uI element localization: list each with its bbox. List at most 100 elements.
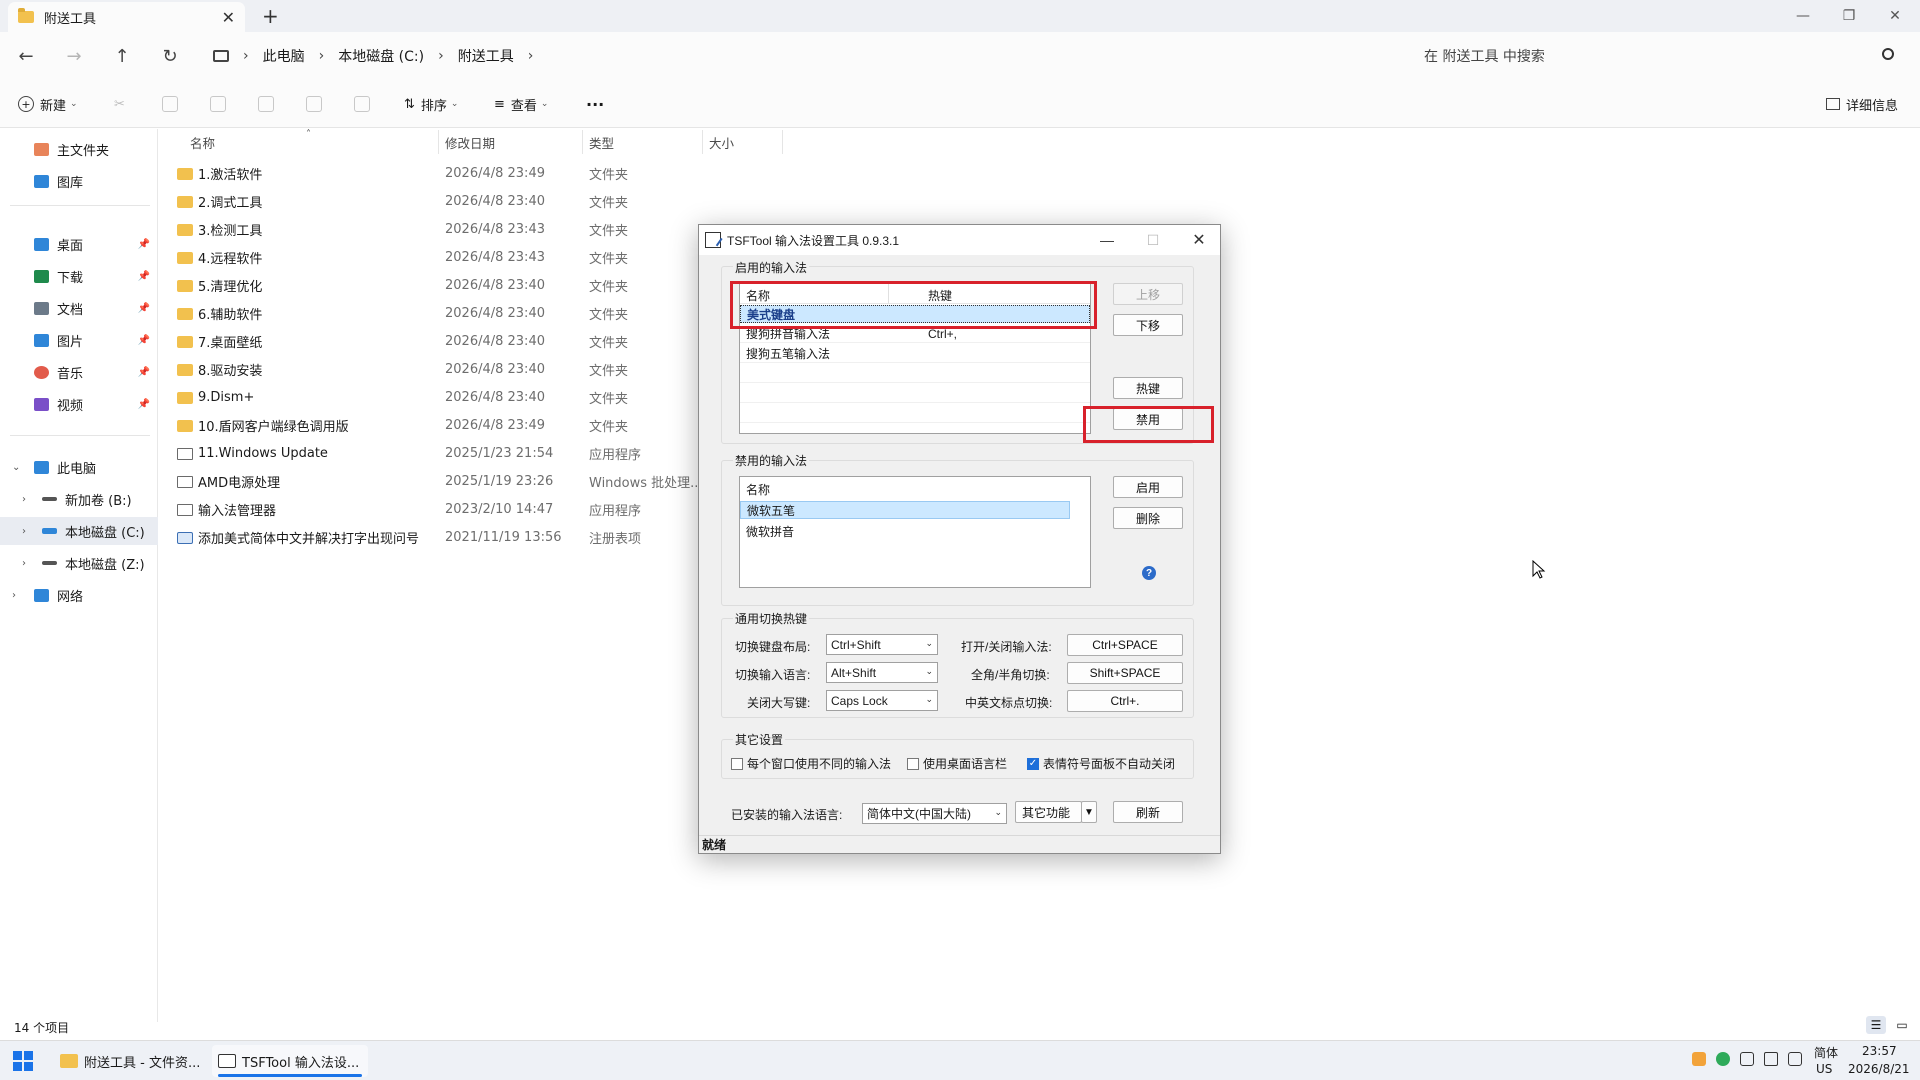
enable-button[interactable]: 启用 [1113, 476, 1183, 498]
language-hotkey-select[interactable]: Alt+Shift ⌄ [826, 662, 938, 683]
sidebar-item-drive-c[interactable]: › 本地磁盘 (C:) [0, 517, 158, 545]
column-header-modified[interactable]: 修改日期 [445, 130, 495, 154]
file-row[interactable]: 5.清理优化 2026/4/8 23:40 文件夹 [172, 271, 692, 299]
tiles-view-button[interactable]: ▭ [1892, 1016, 1912, 1034]
list-item-selected[interactable]: 微软五笔 [740, 501, 1070, 519]
list-item[interactable]: 搜狗五笔输入法 [740, 345, 1090, 363]
column-divider[interactable] [582, 130, 583, 154]
tray-network-icon[interactable] [1764, 1052, 1778, 1066]
file-row[interactable]: 添加美式简体中文并解决打字出现问号 2021/11/19 13:56 注册表项 [172, 523, 692, 551]
sidebar-item-home[interactable]: 主文件夹 [0, 135, 158, 163]
tab-explorer[interactable]: 附送工具 ✕ [8, 2, 245, 32]
taskbar-explorer[interactable]: 附送工具 - 文件资... [54, 1045, 204, 1077]
start-button[interactable] [13, 1051, 33, 1071]
breadcrumb-current[interactable]: 附送工具 [458, 46, 514, 66]
sidebar-item-network[interactable]: › 网络 [0, 581, 158, 609]
details-view-button[interactable]: ☰ [1866, 1016, 1886, 1034]
emoji-panel-checkbox[interactable]: ✓ 表情符号面板不自动关闭 [1027, 755, 1175, 772]
refresh-button[interactable]: 刷新 [1113, 801, 1183, 823]
minimize-button[interactable]: — [1780, 0, 1826, 32]
tab-close-button[interactable]: ✕ [222, 8, 235, 27]
file-row[interactable]: 输入法管理器 2023/2/10 14:47 应用程序 [172, 495, 692, 523]
new-tab-button[interactable]: + [262, 4, 279, 28]
sidebar-item-this-pc[interactable]: ⌄ 此电脑 [0, 453, 158, 481]
column-header-type[interactable]: 类型 [589, 130, 614, 154]
sidebar-item-desktop[interactable]: 桌面 📌 [0, 230, 158, 258]
delete-button[interactable]: 删除 [1113, 507, 1183, 529]
punct-hotkey-button[interactable]: Ctrl+. [1067, 690, 1183, 712]
close-window-button[interactable]: ✕ [1872, 0, 1918, 32]
sidebar-item-documents[interactable]: 文档 📌 [0, 294, 158, 322]
refresh-button[interactable]: ↻ [158, 44, 182, 68]
tray-app-icon[interactable] [1692, 1052, 1706, 1066]
forward-button[interactable]: → [62, 44, 86, 68]
file-row[interactable]: 9.Dism+ 2026/4/8 23:40 文件夹 [172, 383, 692, 411]
dialog-close-button[interactable]: ✕ [1177, 225, 1221, 255]
sidebar-item-downloads[interactable]: 下载 📌 [0, 262, 158, 290]
sidebar-item-gallery[interactable]: 图库 [0, 167, 158, 195]
capslock-hotkey-select[interactable]: Caps Lock ⌄ [826, 690, 938, 711]
file-row[interactable]: 7.桌面壁纸 2026/4/8 23:40 文件夹 [172, 327, 692, 355]
clock-date[interactable]: 2026/8/21 [1848, 1062, 1910, 1076]
address-bar[interactable]: › 此电脑 › 本地磁盘 (C:) › 附送工具 › [205, 40, 1402, 72]
sidebar-item-drive-b[interactable]: › 新加卷 (B:) [0, 485, 158, 513]
disabled-ime-list[interactable]: 名称 微软五笔 微软拼音 [739, 476, 1091, 588]
other-functions-button[interactable]: 其它功能 [1015, 801, 1082, 823]
new-button[interactable]: + 新建 ⌄ [18, 92, 78, 116]
dialog-minimize-button[interactable]: — [1085, 225, 1129, 255]
column-divider[interactable] [438, 130, 439, 154]
move-up-button[interactable]: 上移 [1113, 283, 1183, 305]
taskbar-tsftool[interactable]: TSFTool 输入法设... [212, 1045, 368, 1077]
file-row[interactable]: 6.辅助软件 2026/4/8 23:40 文件夹 [172, 299, 692, 327]
width-hotkey-button[interactable]: Shift+SPACE [1067, 662, 1183, 684]
column-divider[interactable] [702, 130, 703, 154]
column-header-size[interactable]: 大小 [709, 130, 734, 154]
search-box[interactable]: 在 附送工具 中搜索 [1410, 40, 1910, 72]
tray-sync-icon[interactable] [1740, 1052, 1754, 1066]
share-button[interactable] [306, 92, 322, 116]
file-row[interactable]: 10.盾网客户端绿色调用版 2026/4/8 23:49 文件夹 [172, 411, 692, 439]
column-header-name[interactable]: 名称 [746, 481, 770, 498]
sidebar-item-videos[interactable]: 视频 📌 [0, 390, 158, 418]
other-functions-dropdown[interactable]: ▼ [1081, 801, 1097, 823]
dialog-maximize-button[interactable]: ☐ [1131, 225, 1175, 255]
clock-time[interactable]: 23:57 [1862, 1044, 1897, 1058]
details-pane-button[interactable]: 详细信息 [1826, 92, 1898, 116]
sort-button[interactable]: ⇅ 排序 ⌄ [404, 92, 458, 116]
paste-button[interactable] [210, 92, 226, 116]
installed-lang-select[interactable]: 简体中文(中国大陆) ⌄ [862, 803, 1007, 824]
more-options-button[interactable]: ··· [586, 92, 604, 116]
file-row[interactable]: 11.Windows Update 2025/1/23 21:54 应用程序 [172, 439, 692, 467]
file-row[interactable]: 1.激活软件 2026/4/8 23:49 文件夹 [172, 159, 692, 187]
sidebar-item-pictures[interactable]: 图片 📌 [0, 326, 158, 354]
file-row[interactable]: 2.调式工具 2026/4/8 23:40 文件夹 [172, 187, 692, 215]
list-item[interactable]: 微软拼音 [740, 522, 1090, 540]
desktop-langbar-checkbox[interactable]: 使用桌面语言栏 [907, 755, 1007, 772]
column-header-name[interactable]: 名称 [190, 130, 215, 154]
copy-button[interactable] [162, 92, 178, 116]
rename-button[interactable] [258, 92, 274, 116]
layout-hotkey-select[interactable]: Ctrl+Shift ⌄ [826, 634, 938, 655]
help-icon[interactable]: ? [1142, 566, 1156, 580]
file-row[interactable]: 4.远程软件 2026/4/8 23:43 文件夹 [172, 243, 692, 271]
delete-button[interactable] [354, 92, 370, 116]
file-row[interactable]: 3.检测工具 2026/4/8 23:43 文件夹 [172, 215, 692, 243]
up-button[interactable]: ↑ [110, 44, 134, 68]
sidebar-item-drive-z[interactable]: › 本地磁盘 (Z:) [0, 549, 158, 577]
move-down-button[interactable]: 下移 [1113, 314, 1183, 336]
breadcrumb-this-pc[interactable]: 此电脑 [263, 46, 305, 66]
tray-volume-icon[interactable] [1788, 1052, 1802, 1066]
hotkey-button[interactable]: 热键 [1113, 377, 1183, 399]
file-row[interactable]: 8.驱动安装 2026/4/8 23:40 文件夹 [172, 355, 692, 383]
toggle-ime-hotkey-button[interactable]: Ctrl+SPACE [1067, 634, 1183, 656]
maximize-button[interactable]: ❐ [1826, 0, 1872, 32]
sidebar-item-music[interactable]: 音乐 📌 [0, 358, 158, 386]
back-button[interactable]: ← [14, 44, 38, 68]
keyboard-layout-indicator[interactable]: US [1816, 1062, 1832, 1076]
ime-indicator[interactable]: 简体 [1814, 1044, 1838, 1061]
view-button[interactable]: ≡ 查看 ⌄ [494, 92, 548, 116]
per-window-ime-checkbox[interactable]: 每个窗口使用不同的输入法 [731, 755, 891, 772]
column-divider[interactable] [782, 130, 783, 154]
file-row[interactable]: AMD电源处理 2025/1/19 23:26 Windows 批处理... [172, 467, 703, 495]
breadcrumb-c-drive[interactable]: 本地磁盘 (C:) [338, 46, 424, 66]
